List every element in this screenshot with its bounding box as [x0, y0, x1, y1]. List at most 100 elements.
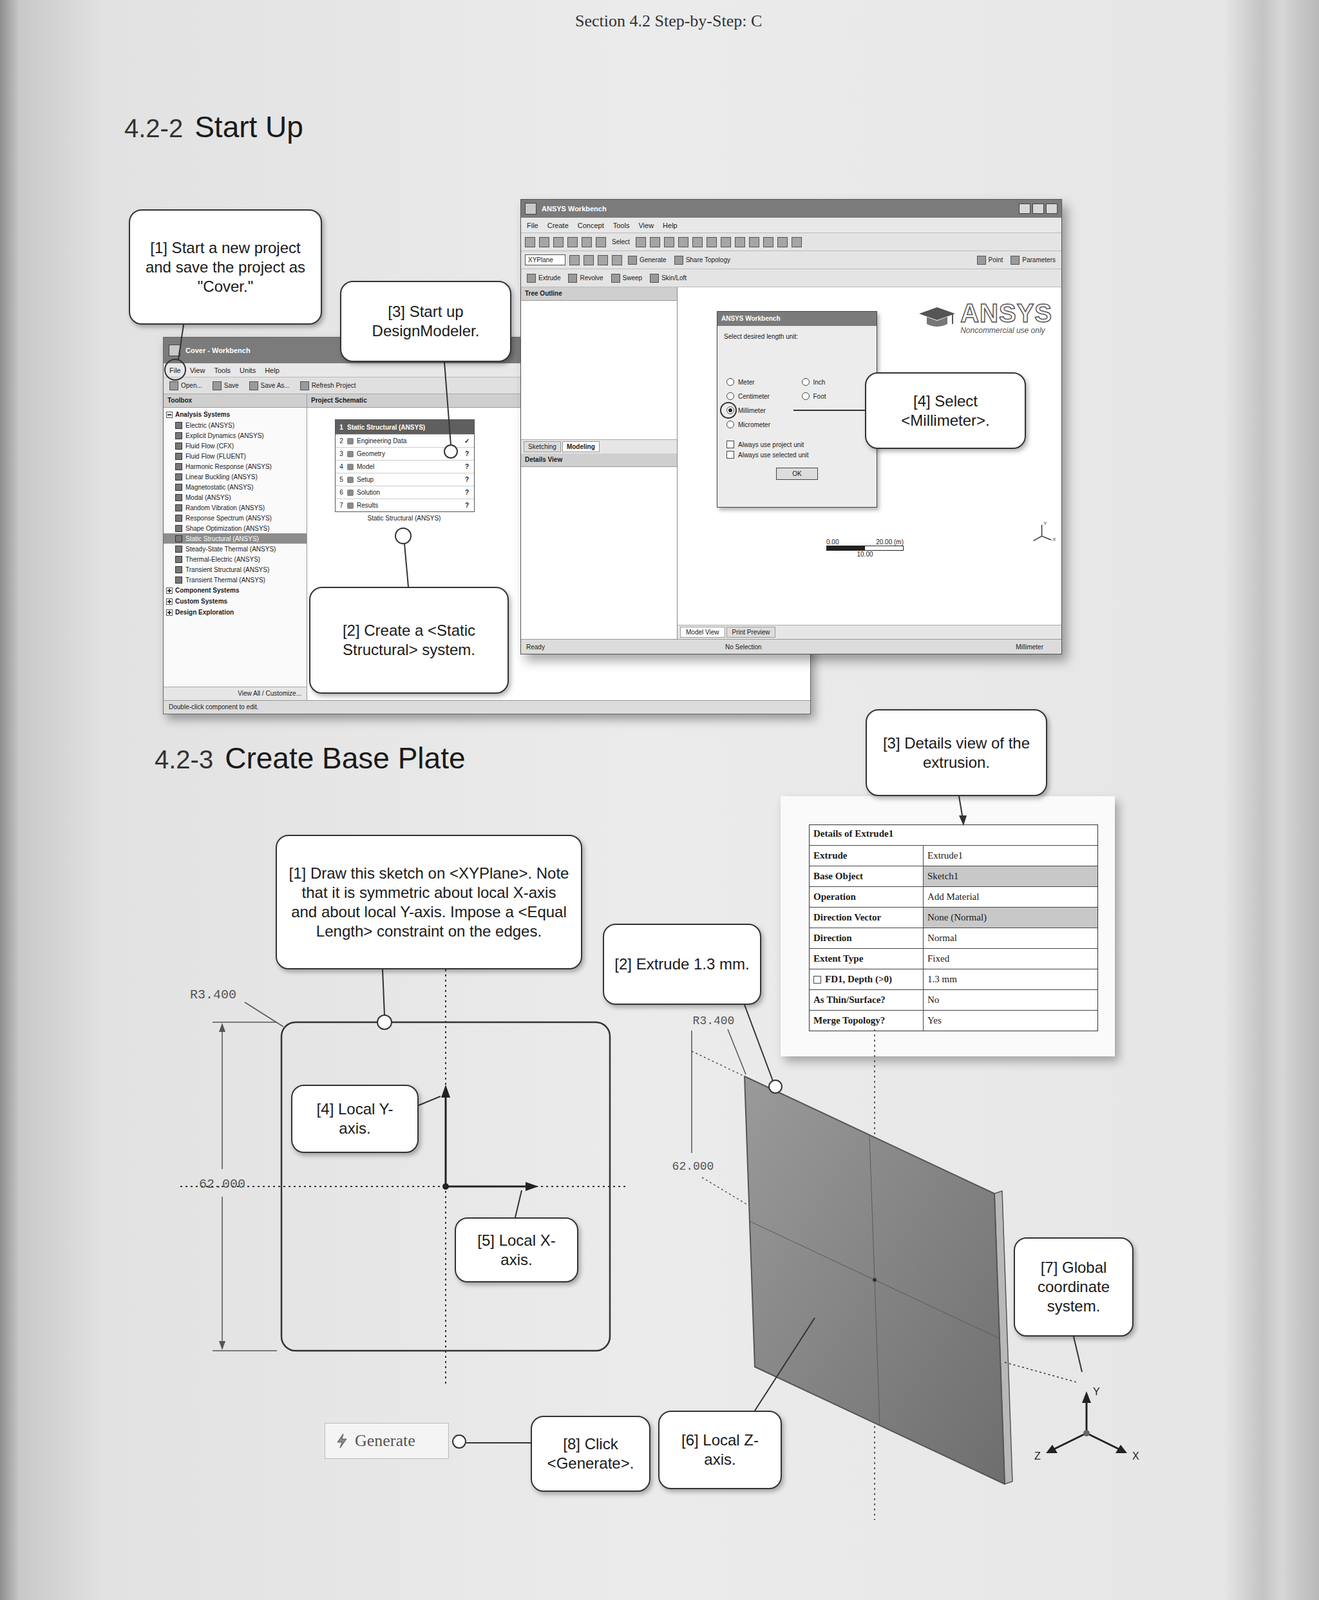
- ok-button[interactable]: OK: [776, 467, 818, 480]
- view-tab[interactable]: Model View: [680, 626, 726, 638]
- toolbox-item[interactable]: Static Structural (ANSYS): [163, 533, 307, 544]
- tool-icon[interactable]: [749, 237, 760, 248]
- menu-item[interactable]: File: [166, 365, 185, 376]
- radio-icon[interactable]: [801, 392, 810, 400]
- close-icon[interactable]: [1045, 203, 1058, 214]
- toolbox-item[interactable]: Transient Thermal (ANSYS): [163, 574, 307, 585]
- toolbox-item[interactable]: Fluid Flow (CFX): [163, 440, 307, 451]
- feature-button[interactable]: Revolve: [566, 272, 605, 285]
- system-cell[interactable]: 3Geometry?: [335, 446, 475, 460]
- details-value[interactable]: Extrude1: [923, 845, 1098, 866]
- tool-icon[interactable]: [567, 237, 578, 248]
- tool-icon[interactable]: [791, 237, 802, 248]
- menu-item[interactable]: Units: [236, 365, 259, 376]
- toolbox-group[interactable]: Custom Systems: [163, 595, 307, 607]
- menu-item[interactable]: Create: [544, 220, 572, 231]
- system-cell[interactable]: 4Model?: [335, 459, 475, 473]
- tool-icon[interactable]: [524, 237, 536, 248]
- tool-icon[interactable]: [539, 237, 550, 248]
- details-row[interactable]: OperationAdd Material: [809, 886, 1098, 907]
- details-row[interactable]: Base ObjectSketch1: [809, 865, 1098, 887]
- details-row[interactable]: Direction VectorNone (Normal): [809, 906, 1098, 928]
- toolbar-button[interactable]: Share Topology: [672, 254, 733, 266]
- toolbox-item[interactable]: Modal (ANSYS): [163, 492, 307, 503]
- tool-icon[interactable]: [649, 237, 661, 248]
- toolbox-item[interactable]: Transient Structural (ANSYS): [163, 564, 307, 575]
- tool-icon[interactable]: [664, 237, 675, 248]
- tool-icon[interactable]: [678, 237, 689, 248]
- details-row[interactable]: DirectionNormal: [809, 927, 1098, 949]
- toolbox-group[interactable]: Analysis Systems: [163, 408, 307, 420]
- details-value[interactable]: Yes: [923, 1010, 1098, 1031]
- menu-item[interactable]: File: [523, 220, 542, 231]
- menu-item[interactable]: View: [635, 220, 657, 231]
- toolbar-button[interactable]: Point: [975, 254, 1006, 266]
- system-cell[interactable]: 5Setup?: [335, 472, 475, 486]
- details-row[interactable]: FD1, Depth (>0)1.3 mm: [809, 968, 1098, 990]
- toolbox-group[interactable]: Component Systems: [163, 584, 307, 596]
- tool-icon[interactable]: [553, 237, 564, 248]
- radio-icon[interactable]: [726, 406, 735, 415]
- radio-icon[interactable]: [726, 420, 735, 429]
- feature-button[interactable]: Extrude: [524, 272, 563, 285]
- toolbar-button[interactable]: Generate: [626, 254, 669, 266]
- details-row[interactable]: ExtrudeExtrude1: [809, 844, 1098, 866]
- unit-radio[interactable]: Centimeter: [726, 389, 802, 404]
- toolbox-group[interactable]: Design Exploration: [163, 606, 307, 618]
- toolbox-item[interactable]: Shape Optimization (ANSYS): [163, 522, 307, 534]
- toolbar-button[interactable]: Refresh Project: [298, 379, 359, 392]
- details-value[interactable]: Fixed: [923, 948, 1098, 969]
- details-value[interactable]: Normal: [923, 928, 1098, 949]
- maximize-icon[interactable]: [1032, 203, 1044, 214]
- tool-icon[interactable]: [581, 237, 592, 248]
- tool-icon[interactable]: [635, 237, 646, 248]
- system-block[interactable]: 1Static Structural (ANSYS)2Engineering D…: [334, 419, 475, 513]
- toolbar-button[interactable]: Parameters: [1008, 254, 1058, 266]
- details-value[interactable]: None (Normal): [923, 907, 1098, 928]
- toolbox-item[interactable]: Magnetostatic (ANSYS): [163, 481, 307, 493]
- toolbar-button[interactable]: Save As...: [247, 379, 292, 392]
- feature-button[interactable]: Sweep: [609, 272, 645, 285]
- graphics-area[interactable]: ANSYSNoncommercial use onlyANSYS Workben…: [677, 287, 1062, 639]
- details-value[interactable]: Sketch1: [923, 866, 1098, 887]
- toolbox-item[interactable]: Response Spectrum (ANSYS): [163, 512, 307, 523]
- details-row[interactable]: Extent TypeFixed: [809, 948, 1098, 969]
- panel-tab[interactable]: Modeling: [562, 441, 600, 453]
- menu-item[interactable]: Tools: [210, 365, 234, 376]
- toolbar-button[interactable]: Save: [210, 379, 241, 392]
- plane-dropdown[interactable]: XYPlane: [524, 254, 566, 266]
- checkbox-icon[interactable]: [726, 450, 735, 459]
- checkbox-icon[interactable]: [726, 440, 735, 449]
- menu-item[interactable]: Help: [261, 365, 283, 376]
- details-value[interactable]: No: [923, 989, 1098, 1010]
- view-all-link[interactable]: View All / Customize...: [163, 686, 307, 701]
- toolbox-item[interactable]: Thermal-Electric (ANSYS): [163, 553, 307, 565]
- unit-radio[interactable]: Meter: [726, 374, 802, 390]
- menu-item[interactable]: View: [186, 365, 209, 376]
- tool-icon[interactable]: [595, 237, 607, 248]
- tool-icon[interactable]: [720, 237, 731, 248]
- select-button[interactable]: Select: [609, 237, 632, 247]
- tool-icon[interactable]: [569, 255, 580, 266]
- tool-icon[interactable]: [583, 255, 594, 266]
- tool-icon[interactable]: [777, 237, 788, 248]
- option-checkbox[interactable]: Always use project unit: [726, 440, 877, 449]
- details-value[interactable]: Add Material: [923, 886, 1098, 907]
- option-checkbox[interactable]: Always use selected unit: [726, 450, 877, 459]
- expand-icon[interactable]: [166, 587, 173, 594]
- tool-icon[interactable]: [611, 255, 623, 266]
- toolbox-item[interactable]: Random Vibration (ANSYS): [163, 502, 307, 513]
- expand-icon[interactable]: [166, 609, 173, 616]
- toolbox-item[interactable]: Electric (ANSYS): [163, 419, 307, 431]
- parameter-checkbox[interactable]: [813, 975, 822, 984]
- details-row[interactable]: As Thin/Surface?No: [809, 989, 1098, 1010]
- toolbox-item[interactable]: Explicit Dynamics (ANSYS): [163, 430, 307, 441]
- menu-item[interactable]: Concept: [574, 220, 608, 231]
- radio-icon[interactable]: [726, 392, 735, 400]
- expand-icon[interactable]: [166, 411, 173, 418]
- expand-icon[interactable]: [166, 598, 173, 605]
- toolbar-button[interactable]: Open...: [167, 379, 205, 392]
- minimize-icon[interactable]: [1018, 203, 1031, 214]
- unit-radio[interactable]: Millimeter: [726, 403, 802, 418]
- system-cell[interactable]: 6Solution?: [335, 485, 475, 499]
